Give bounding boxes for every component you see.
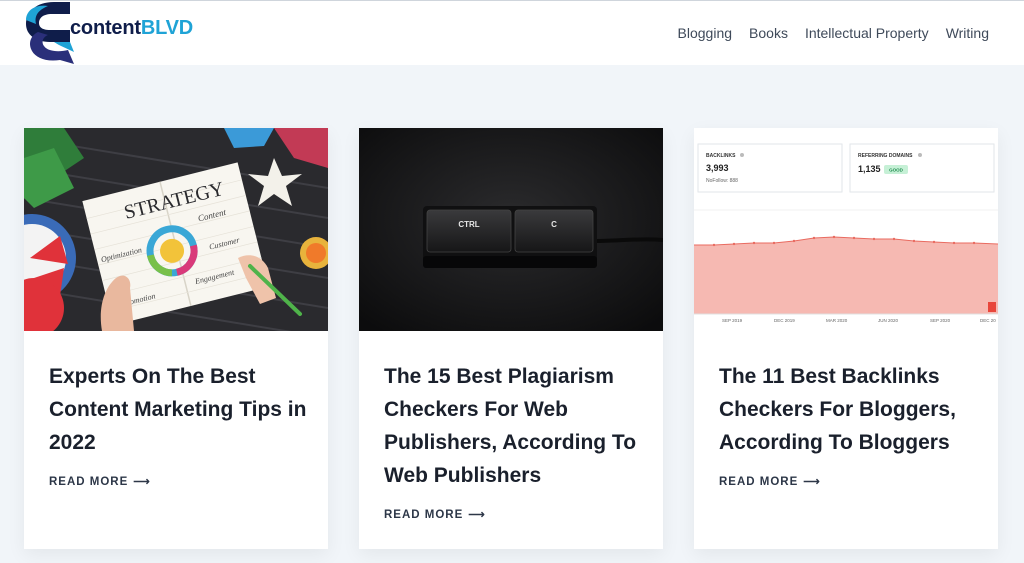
- read-more-link[interactable]: READ MORE ⟶: [384, 507, 486, 521]
- ctrl-c-keys-image: CTRL C: [359, 128, 663, 331]
- nav-item-writing[interactable]: Writing: [946, 25, 989, 41]
- read-more-label: READ MORE: [719, 476, 799, 488]
- read-more-label: READ MORE: [384, 509, 464, 521]
- logo-text-content: content: [70, 17, 141, 39]
- post-card-plagiarism-checkers: CTRL C The 15 Best Plagiarism Checkers F…: [359, 128, 663, 549]
- arrow-right-icon: ⟶: [133, 476, 151, 488]
- logo-text: contentBLVD: [70, 17, 193, 40]
- c-key-label: C: [551, 220, 557, 229]
- post-card-content-marketing: STRATEGY Content Optimization Customer P…: [24, 128, 328, 549]
- x-tick-mar-2020: MAR 2020: [826, 318, 848, 323]
- x-tick-dec-20: DEC 20: [980, 318, 996, 323]
- referring-domains-stat-value: 1,135: [858, 164, 881, 174]
- x-tick-sep-2019: SEP 2019: [722, 318, 743, 323]
- logo-text-blvd: BLVD: [140, 17, 193, 39]
- arrow-right-icon: ⟶: [803, 476, 821, 488]
- nav-item-intellectual-property[interactable]: Intellectual Property: [805, 25, 929, 41]
- post-title[interactable]: The 11 Best Backlinks Checkers For Blogg…: [719, 360, 981, 459]
- x-tick-sep-2020: SEP 2020: [930, 318, 951, 323]
- post-title[interactable]: Experts On The Best Content Marketing Ti…: [49, 360, 311, 459]
- nav-item-books[interactable]: Books: [749, 25, 788, 41]
- main-nav: Blogging Books Intellectual Property Wri…: [678, 25, 989, 41]
- read-more-link[interactable]: READ MORE ⟶: [49, 474, 151, 488]
- backlinks-stat-sub: NoFollow: 888: [706, 178, 738, 184]
- backlinks-chart-image: BACKLINKS 3,993 NoFollow: 888 REFERRING …: [694, 128, 998, 331]
- logo-mark-icon: [26, 2, 74, 64]
- site-logo[interactable]: contentBLVD: [24, 2, 194, 65]
- post-thumbnail-backlinks-chart[interactable]: BACKLINKS 3,993 NoFollow: 888 REFERRING …: [694, 128, 998, 331]
- referring-domains-stat-label: REFERRING DOMAINS: [858, 153, 913, 159]
- good-badge: GOOD: [889, 168, 904, 173]
- read-more-label: READ MORE: [49, 476, 129, 488]
- post-title[interactable]: The 15 Best Plagiarism Checkers For Web …: [384, 360, 646, 492]
- site-header: contentBLVD Blogging Books Intellectual …: [0, 0, 1024, 65]
- backlinks-stat-value: 3,993: [706, 163, 729, 173]
- post-thumbnail-ctrl-c[interactable]: CTRL C: [359, 128, 663, 331]
- nav-item-blogging[interactable]: Blogging: [678, 25, 733, 41]
- post-card-backlinks-checkers: BACKLINKS 3,993 NoFollow: 888 REFERRING …: [694, 128, 998, 549]
- post-thumbnail-strategy[interactable]: STRATEGY Content Optimization Customer P…: [24, 128, 328, 331]
- read-more-link[interactable]: READ MORE ⟶: [719, 474, 821, 488]
- arrow-right-icon: ⟶: [468, 509, 486, 521]
- backlinks-stat-label: BACKLINKS: [706, 153, 736, 159]
- strategy-notebook-image: STRATEGY Content Optimization Customer P…: [24, 128, 328, 331]
- ctrl-key-label: CTRL: [458, 220, 479, 229]
- x-tick-jun-2020: JUN 2020: [878, 318, 899, 323]
- x-tick-dec-2019: DEC 2019: [774, 318, 795, 323]
